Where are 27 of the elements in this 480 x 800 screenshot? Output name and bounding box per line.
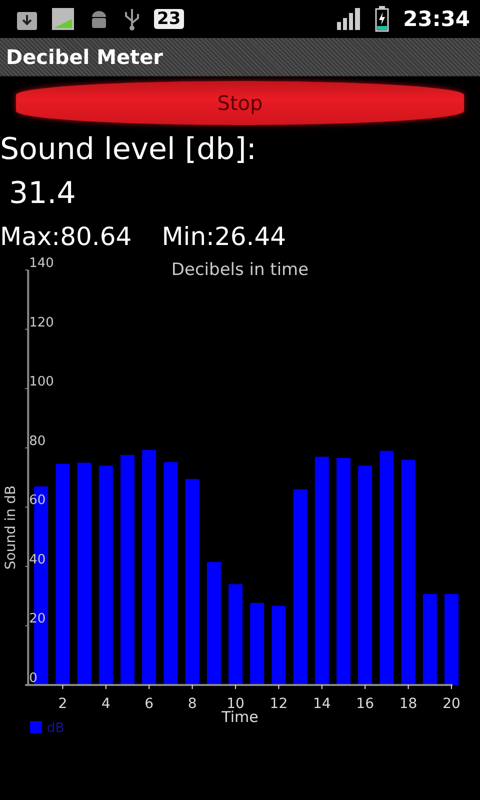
chart-title: Decibels in time — [171, 260, 309, 280]
x-tick-label: 8 — [188, 696, 197, 712]
x-tick-label: 16 — [356, 696, 374, 712]
stop-button[interactable]: Stop — [16, 81, 464, 125]
x-tick-label: 4 — [101, 696, 110, 712]
y-tick-label: 100 — [29, 374, 54, 390]
usb-icon — [124, 7, 140, 31]
clock: 23:34 — [403, 7, 470, 31]
notification-count: 23 — [154, 9, 184, 29]
x-tick-label: 6 — [144, 696, 154, 712]
x-tick-label: 18 — [399, 696, 418, 712]
window-title: Decibel Meter — [6, 45, 164, 69]
legend-swatch — [30, 721, 42, 733]
y-tick-label: 80 — [29, 434, 46, 449]
y-tick-label: 140 — [29, 256, 54, 271]
sound-level-label: Sound level [db]: — [0, 132, 256, 167]
x-tick-label: 2 — [58, 696, 68, 712]
min-value: Min:26.44 — [162, 222, 286, 251]
max-value: Max:80.64 — [0, 222, 132, 251]
x-tick-label: 20 — [442, 696, 460, 712]
y-tick-label: 120 — [29, 315, 54, 330]
signal-icon — [337, 8, 362, 30]
x-tick-label: 12 — [270, 696, 288, 712]
legend-label: dB — [47, 721, 64, 736]
x-tick-label: 14 — [312, 696, 331, 712]
y-axis-title: Sound in dB — [3, 485, 19, 570]
sound-level-value: 31.4 — [9, 176, 76, 211]
